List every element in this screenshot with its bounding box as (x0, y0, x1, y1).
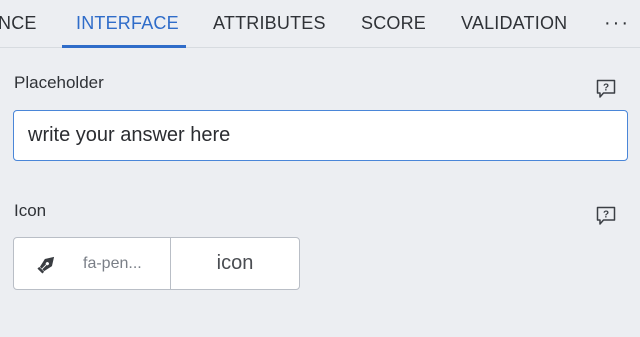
active-tab-indicator (62, 45, 186, 48)
tab-attributes[interactable]: ATTRIBUTES (213, 0, 326, 47)
icon-field: fa-pen... icon (13, 237, 300, 290)
placeholder-label: Placeholder (14, 73, 104, 92)
icon-value-text: fa-pen... (83, 254, 142, 272)
help-bubble-icon[interactable]: ? (595, 78, 617, 100)
tab-appearance[interactable]: NCE (0, 0, 37, 47)
svg-text:?: ? (603, 83, 609, 94)
svg-text:?: ? (603, 210, 609, 221)
tab-bar: NCE INTERFACE ATTRIBUTES SCORE VALIDATIO… (0, 0, 640, 48)
tab-validation[interactable]: VALIDATION (461, 0, 567, 47)
tab-interface[interactable]: INTERFACE (76, 0, 179, 47)
placeholder-input[interactable] (13, 110, 628, 161)
icon-text-input[interactable]: icon (171, 238, 299, 289)
pen-nib-icon (37, 256, 55, 274)
tab-score[interactable]: SCORE (361, 0, 426, 47)
icon-picker-button[interactable]: fa-pen... (14, 238, 171, 289)
more-tabs-button[interactable]: ··· (600, 0, 634, 47)
help-bubble-icon[interactable]: ? (595, 205, 617, 227)
icon-label: Icon (14, 201, 47, 220)
